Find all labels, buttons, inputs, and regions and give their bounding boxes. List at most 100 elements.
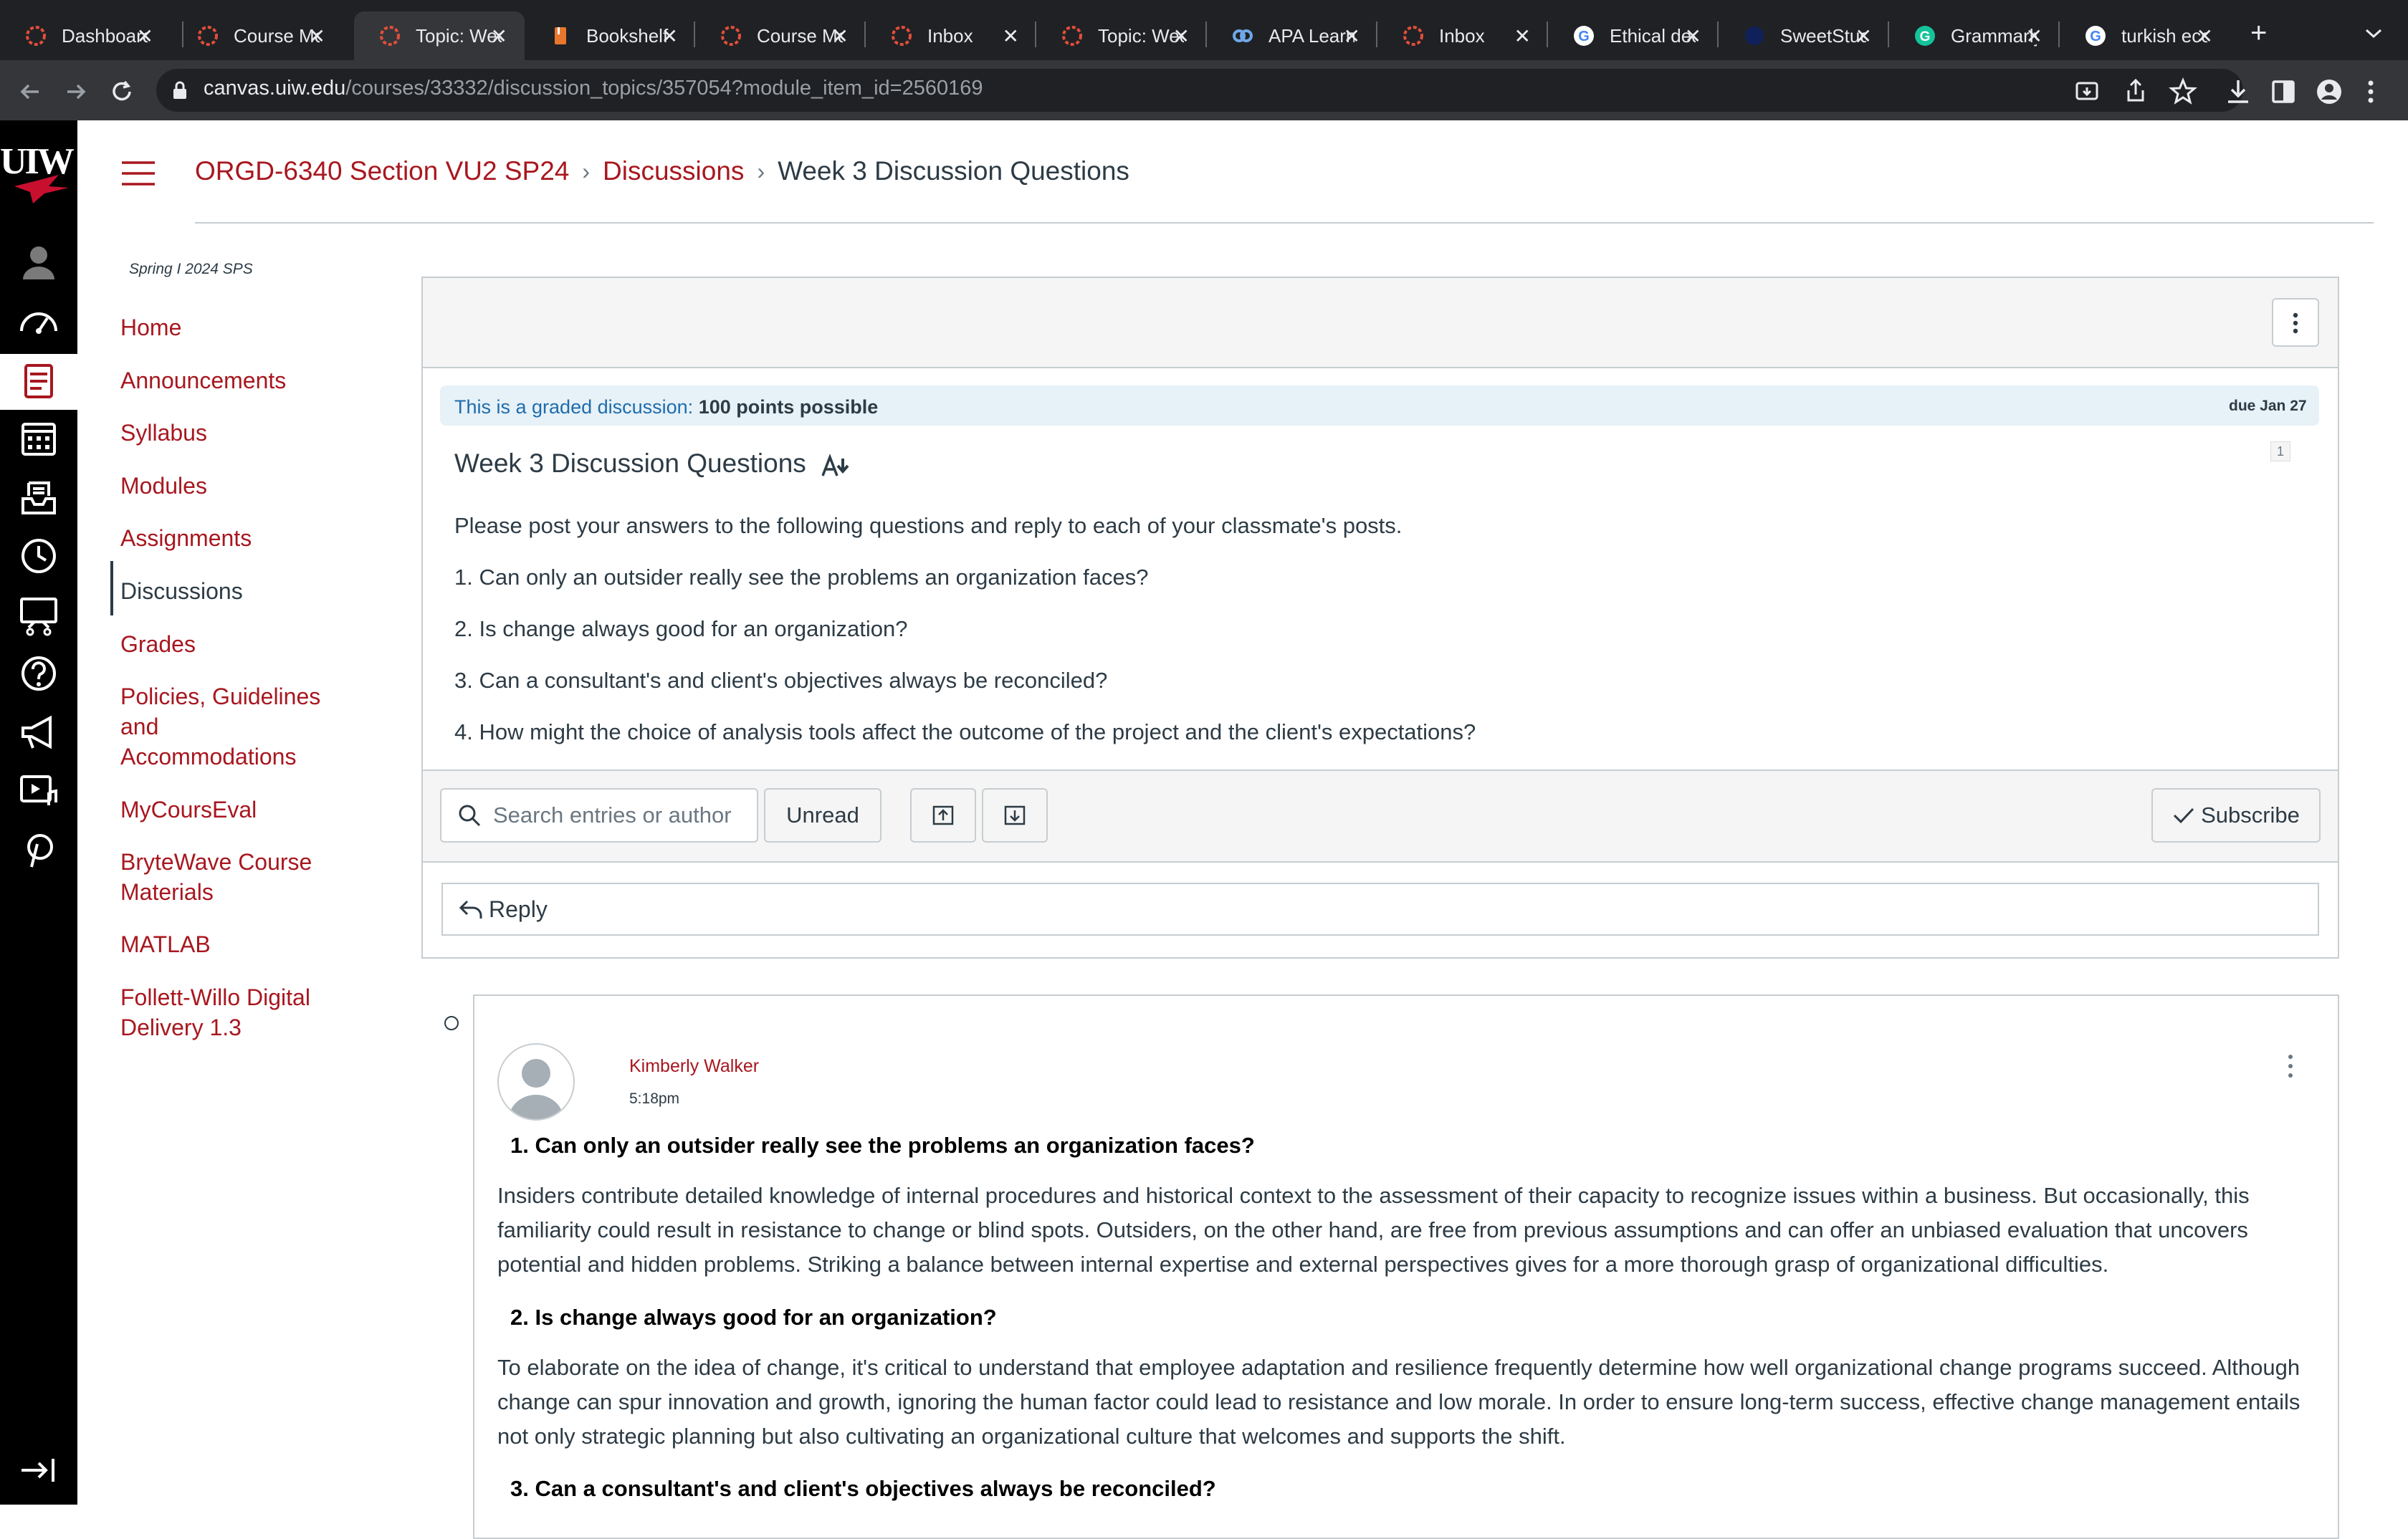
browser-tab-active[interactable]: Topic: Week 3 ✕ [354, 11, 525, 60]
back-arrow-icon[interactable] [16, 77, 44, 106]
hamburger-menu-icon[interactable] [120, 160, 156, 186]
topic-header-bar [423, 278, 2338, 368]
close-tab-icon[interactable]: ✕ [491, 24, 507, 48]
course-nav-matlab[interactable]: MATLAB [120, 929, 335, 959]
read-state-indicator[interactable] [444, 1016, 459, 1030]
svg-text:G: G [2090, 29, 2101, 44]
text-translate-icon[interactable] [820, 451, 851, 480]
close-tab-icon[interactable]: ✕ [2026, 24, 2042, 48]
sort-descending-button[interactable] [982, 788, 1048, 843]
help-icon[interactable] [16, 651, 62, 696]
graded-discussion-label: This is a graded discussion: 100 points … [454, 396, 878, 418]
studio-icon[interactable] [16, 592, 62, 638]
browser-tab[interactable]: Bookshelf ✕ [525, 11, 695, 60]
inbox-icon[interactable] [16, 474, 62, 520]
reload-icon[interactable] [108, 77, 136, 106]
course-nav-announcements[interactable]: Announcements [120, 365, 335, 395]
history-icon[interactable] [16, 533, 62, 579]
side-panel-icon[interactable] [2270, 79, 2296, 105]
browser-tab[interactable]: APA Learning ✕ [1207, 11, 1377, 60]
browser-tab[interactable]: G Ethical decision ✕ [1548, 11, 1719, 60]
course-nav-brytewave[interactable]: BryteWave Course Materials [120, 847, 328, 907]
browser-tab[interactable]: Dashboard ✕ [0, 11, 171, 60]
close-tab-icon[interactable]: ✕ [832, 24, 849, 48]
svg-text:G: G [1578, 29, 1590, 44]
entry-question-heading: 3. Can a consultant's and client's objec… [510, 1476, 1216, 1502]
close-tab-icon[interactable]: ✕ [1855, 24, 1872, 48]
browser-tab[interactable]: Course Modules ✕ [172, 11, 343, 60]
unread-filter-button[interactable]: Unread [764, 788, 882, 843]
close-tab-icon[interactable]: ✕ [1514, 24, 1531, 48]
course-nav-discussions[interactable]: Discussions [120, 576, 335, 606]
entry-author[interactable]: Kimberly Walker [629, 1056, 759, 1077]
canvas-icon [198, 26, 218, 46]
search-input[interactable] [492, 802, 752, 829]
download-icon[interactable] [2225, 77, 2252, 106]
browser-tab[interactable]: SweetStudy ✕ [1719, 11, 1889, 60]
default-avatar-icon [509, 1059, 563, 1119]
course-nav-mycourseval[interactable]: MyCoursEval [120, 795, 335, 825]
browser-tab[interactable]: Topic: Week 3 ✕ [1036, 11, 1207, 60]
tab-search-chevron-icon[interactable] [2364, 27, 2384, 40]
calendar-icon[interactable] [16, 416, 62, 461]
close-tab-icon[interactable]: ✕ [1173, 24, 1190, 48]
close-tab-icon[interactable]: ✕ [1003, 24, 1019, 48]
media-icon[interactable] [16, 768, 62, 814]
browser-menu-icon[interactable] [2366, 77, 2375, 106]
entry-question-text: Can only an outsider really see the prob… [535, 1133, 1255, 1158]
install-app-icon[interactable] [2074, 79, 2100, 105]
browser-tab[interactable]: Course Modules ✕ [695, 11, 866, 60]
bookmark-star-icon[interactable] [2169, 77, 2197, 106]
course-nav-modules[interactable]: Modules [120, 471, 335, 501]
course-nav-assignments[interactable]: Assignments [120, 523, 335, 553]
topic-title: Week 3 Discussion Questions [454, 449, 806, 478]
breadcrumb-course-link[interactable]: ORGD-6340 Section VU2 SP24 [195, 156, 569, 186]
tab-title: Topic: Week 3 [1098, 24, 1184, 47]
reply-button[interactable]: Reply [441, 883, 2319, 936]
browser-tab[interactable]: G Grammarly ✕ [1889, 11, 2060, 60]
sweetstudy-icon [1745, 27, 1764, 45]
close-tab-icon[interactable]: ✕ [661, 24, 678, 48]
topic-options-button[interactable] [2272, 298, 2319, 347]
share-icon[interactable] [2123, 77, 2149, 105]
browser-tab[interactable]: Inbox ✕ [866, 11, 1036, 60]
close-tab-icon[interactable]: ✕ [137, 24, 153, 48]
dashboard-icon[interactable] [16, 299, 62, 345]
course-nav-home[interactable]: Home [120, 312, 335, 342]
header-divider [195, 222, 2374, 224]
new-tab-icon[interactable]: + [2250, 17, 2267, 49]
lock-icon[interactable] [172, 80, 188, 100]
url-text[interactable]: canvas.uiw.edu/courses/33332/discussion_… [204, 77, 983, 100]
sort-ascending-button[interactable] [910, 788, 976, 843]
close-tab-icon[interactable]: ✕ [309, 24, 325, 48]
megaphone-icon[interactable] [16, 709, 62, 755]
url-host: canvas.uiw.edu [204, 77, 346, 100]
course-nav-grades[interactable]: Grades [120, 629, 335, 659]
reply-arrow-icon [459, 900, 482, 919]
avatar[interactable] [497, 1043, 575, 1121]
course-nav-policies[interactable]: Policies, Guidelines and Accommodations [120, 681, 328, 772]
tab-title: Inbox [927, 24, 973, 47]
browser-tab[interactable]: Inbox ✕ [1377, 11, 1548, 60]
entry-options-icon[interactable] [2282, 1053, 2299, 1079]
breadcrumb: ORGD-6340 Section VU2 SP24 › Discussions… [195, 156, 1129, 186]
course-nav-follett[interactable]: Follett-Willo Digital Delivery 1.3 [120, 982, 328, 1042]
google-icon: G [1574, 26, 1594, 46]
close-tab-icon[interactable]: ✕ [2197, 24, 2213, 48]
account-icon[interactable] [16, 239, 62, 285]
search-field[interactable] [440, 788, 758, 843]
breadcrumb-discussions-link[interactable]: Discussions [603, 156, 744, 186]
entry-timestamp: 5:18pm [629, 1090, 680, 1107]
profile-icon[interactable] [2315, 77, 2344, 106]
close-tab-icon[interactable]: ✕ [1685, 24, 1701, 48]
courses-icon[interactable] [16, 358, 62, 404]
course-nav-syllabus[interactable]: Syllabus [120, 418, 335, 448]
collapse-nav-icon[interactable] [16, 1447, 62, 1493]
forward-arrow-icon[interactable] [62, 77, 90, 106]
close-tab-icon[interactable]: ✕ [1344, 24, 1360, 48]
browser-tab[interactable]: G turkish economy ✕ [2060, 11, 2230, 60]
subscribe-button[interactable]: Subscribe [2151, 788, 2321, 843]
entry-question-number: 1. [510, 1133, 529, 1158]
canvas-icon [721, 26, 741, 46]
pinterest-icon[interactable] [16, 827, 62, 873]
